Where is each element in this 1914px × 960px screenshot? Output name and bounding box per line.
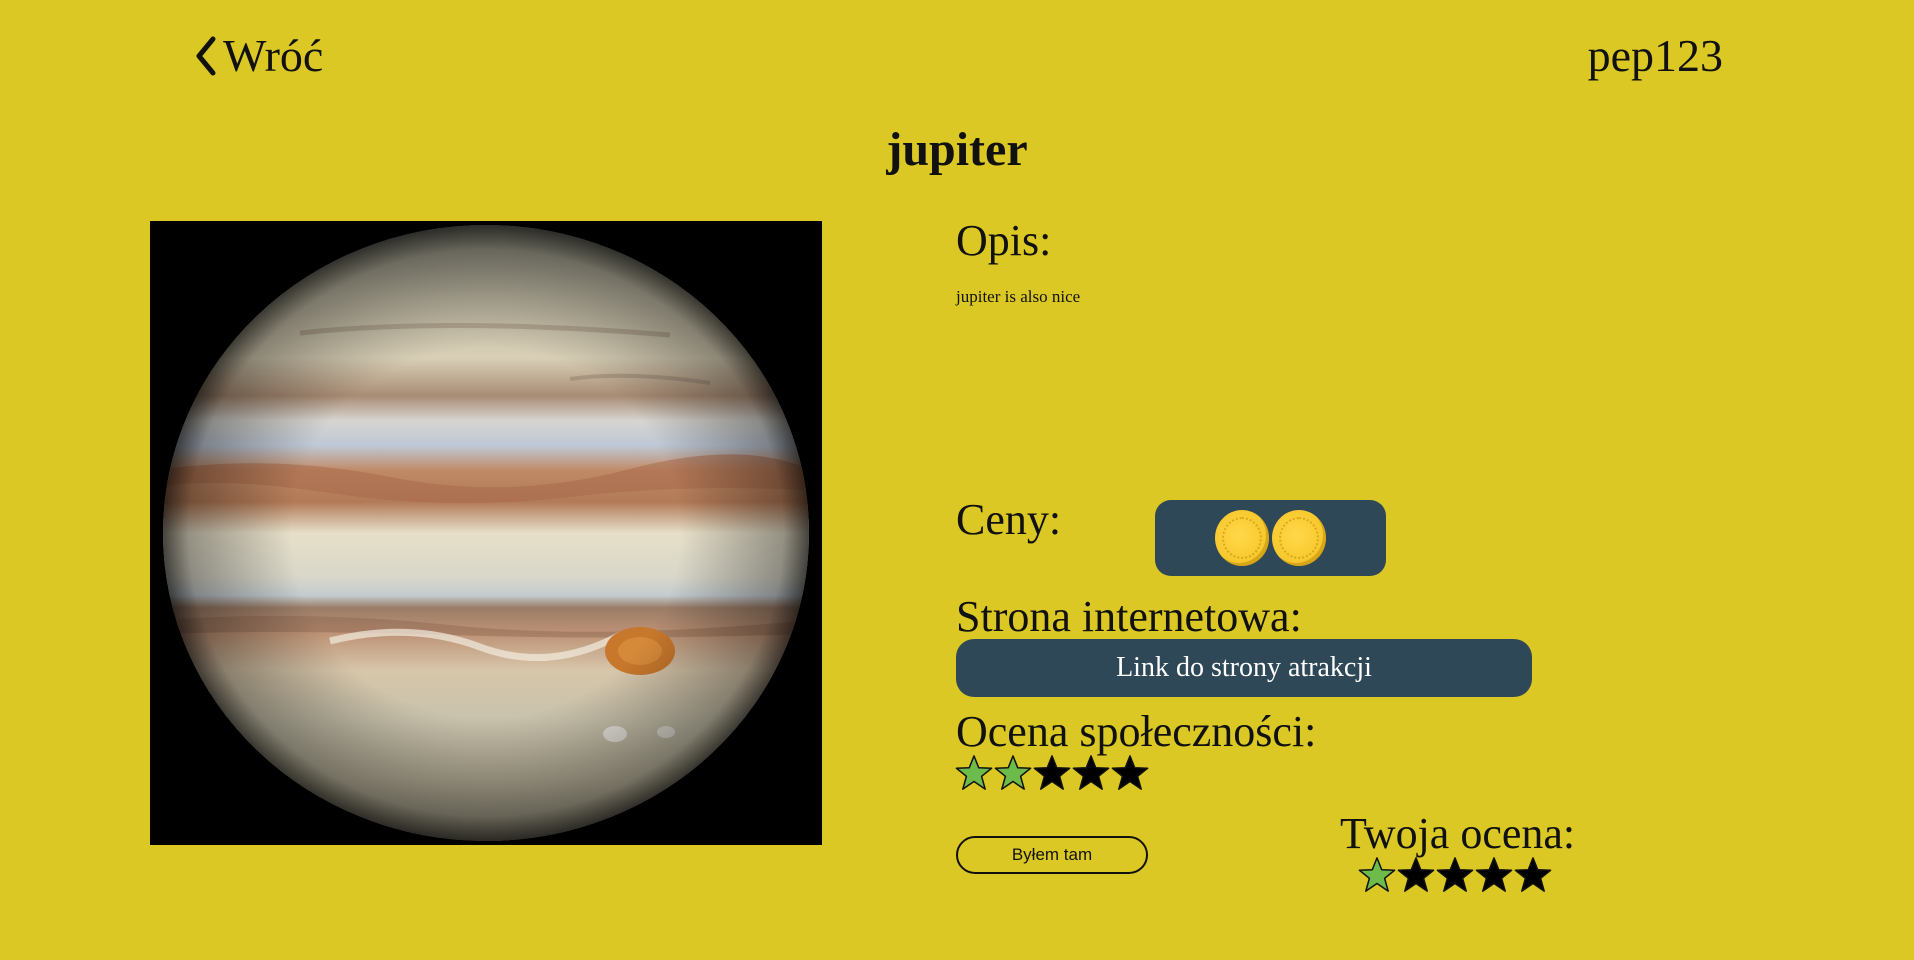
website-heading: Strona internetowa: — [956, 592, 1302, 641]
community-rating-heading: Ocena społeczności: — [956, 707, 1317, 756]
star-icon[interactable] — [1475, 856, 1513, 894]
star-icon[interactable] — [1514, 856, 1552, 894]
attraction-image — [150, 221, 822, 845]
username[interactable]: pep123 — [1588, 28, 1723, 84]
back-label: Wróć — [223, 30, 324, 81]
community-rating-stars — [955, 754, 1149, 792]
star-icon — [955, 755, 993, 790]
price-indicator — [1155, 500, 1386, 576]
star-icon[interactable] — [1397, 856, 1435, 894]
website-link-button[interactable]: Link do strony atrakcji — [956, 639, 1532, 697]
back-button[interactable]: Wróć — [193, 28, 323, 84]
description-text: jupiter is also nice — [956, 287, 1081, 306]
star-icon[interactable] — [1436, 856, 1474, 894]
star-icon — [1033, 755, 1071, 790]
star-icon — [1072, 755, 1110, 790]
star-icon — [994, 755, 1032, 790]
star-icon[interactable] — [1358, 856, 1396, 894]
your-rating-stars[interactable] — [1358, 856, 1552, 894]
chevron-left-icon — [196, 36, 216, 76]
description-heading: Opis: — [956, 216, 1052, 265]
your-rating-heading: Twoja ocena: — [1340, 809, 1576, 858]
coin-icon — [1215, 510, 1269, 566]
star-icon — [1111, 755, 1149, 790]
visited-button[interactable]: Byłem tam — [956, 836, 1148, 874]
page-title: jupiter — [886, 123, 1028, 176]
price-heading: Ceny: — [956, 495, 1062, 544]
coin-icon — [1272, 510, 1326, 566]
